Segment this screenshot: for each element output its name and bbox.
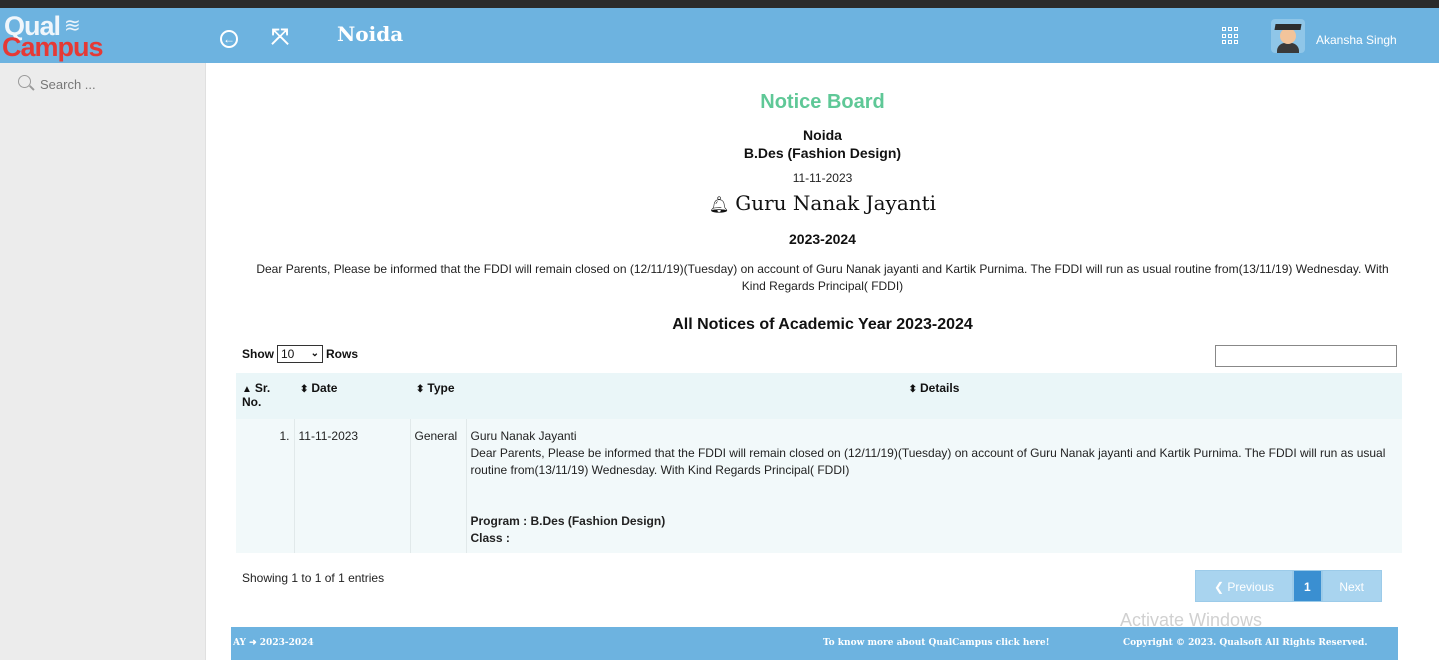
bell-icon: 🔔︎ (708, 195, 730, 214)
previous-button[interactable]: ❮ Previous (1195, 570, 1293, 602)
column-header-type[interactable]: ⬍ Type (410, 373, 466, 419)
notice-date: 11-11-2023 (792, 171, 853, 185)
detail-title: Guru Nanak Jayanti (470, 429, 577, 443)
next-button[interactable]: Next ❯ (1321, 570, 1382, 626)
footer-more-link[interactable]: To know more about QualCampus click here… (823, 638, 1050, 648)
sort-asc-icon: ▲ (242, 384, 252, 395)
sort-icon: ⬍ (416, 384, 425, 395)
chevron-down-icon: ⌄ (310, 348, 319, 359)
notice-heading-text: Guru Nanak Jayanti (735, 191, 937, 215)
expand-icon[interactable]: ⤧ (269, 26, 291, 48)
table-search-input[interactable] (1215, 345, 1397, 367)
notice-body: Dear Parents, Please be informed that th… (256, 262, 1389, 293)
column-header-details[interactable]: ⬍ Details (466, 373, 1402, 419)
detail-program: Program : B.Des (Fashion Design) (470, 514, 666, 528)
campus-title: Noida (337, 22, 404, 46)
cell-type: General (410, 419, 467, 553)
user-name[interactable]: Akansha Singh (1316, 33, 1397, 47)
notice-board-title: Notice Board (760, 91, 885, 113)
show-rows-control: Show 10 ⌄ Rows (242, 345, 358, 363)
column-header-date[interactable]: ⬍ Date (294, 373, 410, 419)
sidebar-search-input[interactable]: Search ... (40, 77, 96, 92)
chevron-right-icon: ❯ (1346, 612, 1357, 626)
showing-entries: Showing 1 to 1 of 1 entries (242, 571, 385, 585)
avatar[interactable] (1271, 19, 1305, 53)
top-strip (0, 0, 1439, 8)
cell-date: 11-11-2023 (294, 419, 411, 553)
qualcampus-logo[interactable]: Qual ≋ Campus (0, 8, 206, 63)
sidebar (0, 63, 206, 660)
logo-text-bottom: Campus (2, 32, 104, 62)
column-header-sr[interactable]: ▲ Sr. No. (236, 373, 294, 419)
main-content: Notice Board Noida B.Des (Fashion Design… (206, 63, 1439, 660)
rows-label: Rows (326, 347, 359, 361)
notice-campus: Noida (803, 127, 842, 143)
notices-table: ▲ Sr. No. ⬍ Date ⬍ Type ⬍ Details 1. 11-11-20… (236, 373, 1402, 553)
show-label: Show (242, 347, 274, 361)
chevron-left-icon: ❮ (1213, 580, 1225, 594)
sort-icon: ⬍ (300, 384, 309, 395)
table-row: 1. 11-11-2023 General Guru Nanak Jayanti… (236, 419, 1402, 553)
notice-heading: 🔔︎ Guru Nanak Jayanti (206, 191, 1439, 215)
apps-grid-icon[interactable] (1222, 27, 1240, 45)
sort-icon: ⬍ (908, 384, 918, 395)
pagination: ❮ Previous 1 Next ❯ (1195, 570, 1382, 626)
detail-class: Class : (470, 531, 510, 545)
notice-academic-year: 2023-2024 (789, 231, 856, 247)
detail-text: Dear Parents, Please be informed that th… (470, 446, 1386, 477)
all-notices-title: All Notices of Academic Year 2023-2024 (672, 316, 973, 333)
back-circle-icon[interactable]: ← (218, 26, 240, 48)
footer-academic-year: AY ➜ 2023-2024 (233, 638, 314, 648)
rows-per-page-select[interactable]: 10 ⌄ (277, 345, 323, 363)
cell-sr: 1. (236, 419, 295, 553)
footer: AY ➜ 2023-2024 To know more about QualCa… (231, 627, 1398, 660)
notice-program: B.Des (Fashion Design) (743, 145, 902, 161)
search-icon (18, 75, 35, 91)
cell-details: Guru Nanak Jayanti Dear Parents, Please … (466, 419, 1402, 553)
page-1-button[interactable]: 1 (1293, 570, 1322, 602)
footer-copyright: Copyright © 2023. Qualsoft All Rights Re… (1123, 638, 1368, 648)
rows-value: 10 (281, 347, 295, 361)
arrow-right-icon: ➜ (249, 638, 257, 648)
